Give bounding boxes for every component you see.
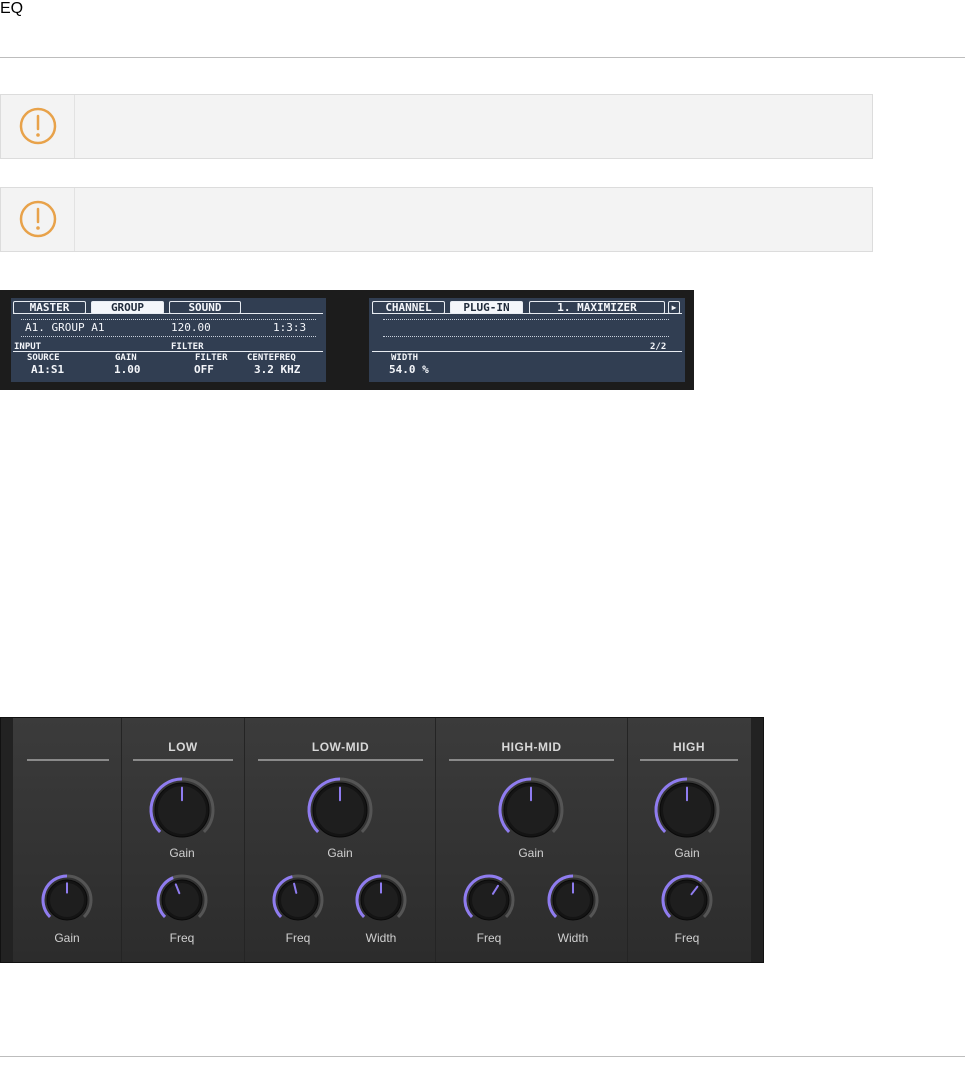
param-label-width: WIDTH	[391, 353, 419, 363]
knob-cap	[281, 883, 315, 917]
param-label-centefreq: CENTEFREQ	[247, 353, 296, 363]
knob-label-lowmid-freq: Freq	[285, 931, 311, 945]
warning-notice-2	[0, 187, 873, 252]
knob-label-highmid-freq: Freq	[476, 931, 502, 945]
knob-low-mid-width[interactable]	[354, 873, 408, 927]
knob-cap	[165, 883, 199, 917]
section-title-low: LOW	[168, 740, 198, 754]
knob-high-mid-gain[interactable]	[497, 776, 565, 844]
knob-low-mid-gain[interactable]	[306, 776, 374, 844]
warning-icon	[19, 200, 57, 238]
top-rule	[0, 57, 965, 58]
knob-label-lowmid-gain: Gain	[327, 846, 353, 860]
left-display: MASTER GROUP SOUND A1. GROUP A1 120.00 1…	[11, 298, 326, 382]
right-display: CHANNEL PLUG-IN 1. MAXIMIZER ▶ 2/2 WIDTH…	[369, 298, 685, 382]
position-value: 1:3:3	[273, 321, 307, 334]
knob-label-highmid-gain: Gain	[518, 846, 544, 860]
warning-icon	[19, 107, 57, 145]
warning-notice-1	[0, 94, 873, 159]
group-name: A1. GROUP A1	[25, 321, 105, 334]
param-value-width: 54.0 %	[389, 363, 429, 376]
section-title-high-mid: HIGH-MID	[501, 740, 562, 754]
knob-cap	[670, 883, 704, 917]
hardware-display: MASTER GROUP SOUND A1. GROUP A1 120.00 1…	[0, 290, 694, 390]
knob-label-low-freq: Freq	[169, 931, 195, 945]
param-label-source: SOURCE	[27, 353, 60, 363]
bottom-rule	[0, 1056, 965, 1057]
param-value-source: A1:S1	[31, 363, 65, 376]
eq-title: EQ	[0, 0, 24, 17]
knob-high-gain[interactable]	[653, 776, 721, 844]
param-label-filter: FILTER	[195, 353, 228, 363]
knob-cap	[472, 883, 506, 917]
knob-label-low-gain: Gain	[169, 846, 195, 860]
knob-low-gain[interactable]	[148, 776, 216, 844]
knob-low-mid-freq[interactable]	[271, 873, 325, 927]
eq-panel: LOW LOW-MID HIGH-MID HIGH Gain Gain Freq…	[0, 717, 764, 963]
knob-label-high-gain: Gain	[674, 846, 700, 860]
knob-low-freq[interactable]	[155, 873, 209, 927]
knob-eq-gain[interactable]	[40, 873, 94, 927]
knob-high-mid-freq[interactable]	[462, 873, 516, 927]
tempo-value: 120.00	[171, 321, 211, 334]
param-value-centefreq: 3.2 KHZ	[254, 363, 301, 376]
knob-label-lowmid-width: Width	[365, 931, 397, 945]
knob-label-high-freq: Freq	[674, 931, 700, 945]
knob-label-highmid-width: Width	[557, 931, 589, 945]
knob-high-freq[interactable]	[660, 873, 714, 927]
section-title-high: HIGH	[673, 740, 705, 754]
param-value-filter: OFF	[194, 363, 214, 376]
param-label-gain: GAIN	[115, 353, 137, 363]
param-value-gain: 1.00	[114, 363, 141, 376]
knob-high-mid-width[interactable]	[546, 873, 600, 927]
section-title-low-mid: LOW-MID	[311, 740, 370, 754]
knob-label-gain: Gain	[54, 931, 80, 945]
